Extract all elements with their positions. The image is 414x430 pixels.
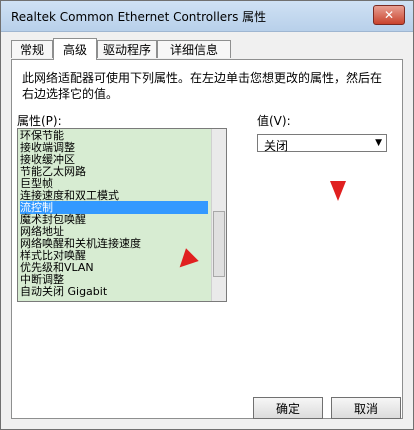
close-button[interactable]: ✕ [373, 5, 405, 25]
advanced-panel: 此网络适配器可使用下列属性。在左边单击您想更改的属性，然后在右边选择它的值。 属… [11, 59, 403, 419]
tab-advanced[interactable]: 高级 [53, 38, 97, 60]
tab-general[interactable]: 常规 [11, 40, 53, 58]
value-dropdown[interactable]: 关闭 ▼ [257, 134, 387, 153]
dialog-footer: 确定 取消 [1, 397, 413, 429]
properties-listbox[interactable]: 环保节能 接收端调整 接收缓冲区 节能乙太网路 巨型帧 连接速度和双工模式 流控… [17, 128, 227, 302]
scrollbar-thumb[interactable] [213, 211, 225, 277]
titlebar: Realtek Common Ethernet Controllers 属性 ✕ [1, 1, 413, 32]
properties-dialog: Realtek Common Ethernet Controllers 属性 ✕… [0, 0, 414, 430]
chevron-down-icon: ▼ [375, 138, 382, 148]
ok-button[interactable]: 确定 [253, 397, 323, 419]
value-dropdown-selected: 关闭 [264, 139, 289, 153]
properties-label: 属性(P): [17, 114, 62, 128]
tab-details[interactable]: 详细信息 [157, 40, 231, 58]
annotation-arrow-icon [330, 181, 346, 201]
window-title: Realtek Common Ethernet Controllers 属性 [11, 10, 267, 24]
tab-driver[interactable]: 驱动程序 [97, 40, 157, 58]
panel-description: 此网络适配器可使用下列属性。在左边单击您想更改的属性，然后在右边选择它的值。 [22, 71, 383, 101]
close-icon: ✕ [383, 8, 395, 22]
list-item[interactable]: 自动关闭 Gigabit [20, 285, 208, 298]
cancel-button[interactable]: 取消 [331, 397, 401, 419]
properties-scrollbar[interactable] [211, 129, 226, 301]
value-label: 值(V): [257, 114, 291, 128]
